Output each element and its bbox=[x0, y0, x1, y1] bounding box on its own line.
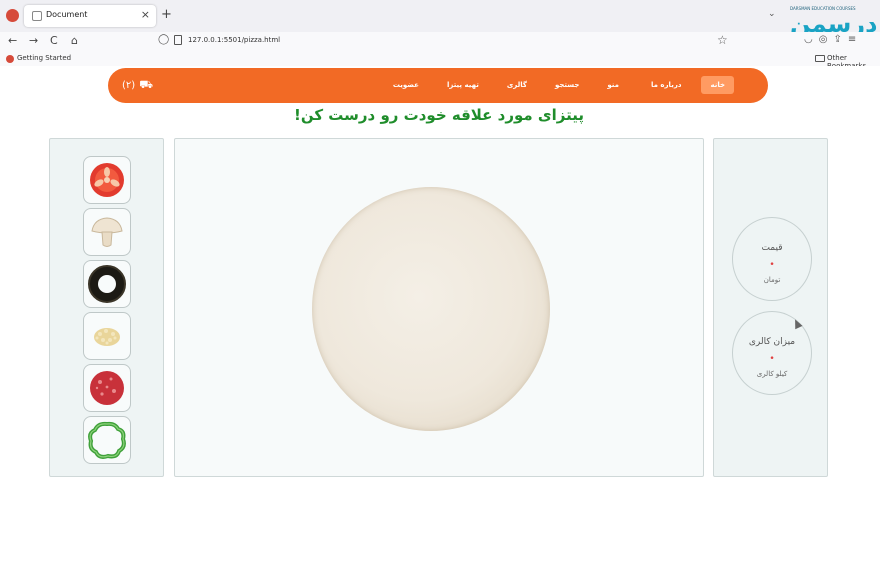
nav-item-home[interactable]: خانه bbox=[701, 76, 734, 94]
browser-tab-bar: Document × + ⌄ DARSMAN EDUCATION COURSES… bbox=[0, 0, 880, 38]
bookmark-icon bbox=[6, 55, 14, 63]
nav-item-gallery[interactable]: گالری bbox=[499, 77, 535, 93]
ingredients-panel bbox=[49, 138, 164, 477]
price-display: قیمت • تومان bbox=[732, 217, 812, 301]
nav-item-about[interactable]: درباره ما bbox=[643, 77, 689, 93]
screen: Document × + ⌄ DARSMAN EDUCATION COURSES… bbox=[0, 0, 880, 575]
back-button[interactable]: ← bbox=[8, 34, 17, 47]
nav-item-make-pizza[interactable]: تهیه پیتزا bbox=[439, 77, 487, 93]
ingredient-cheese[interactable] bbox=[83, 312, 131, 360]
calories-unit: کیلو کالری bbox=[756, 370, 788, 378]
page-title: پیتزای مورد علاقه خودت رو درست کن! bbox=[294, 106, 584, 124]
close-icon[interactable]: × bbox=[141, 8, 150, 21]
pizza-canvas[interactable] bbox=[174, 138, 704, 477]
page-icon bbox=[174, 35, 182, 45]
cart-icon: ⛟ bbox=[139, 78, 154, 91]
mushroom-icon bbox=[91, 217, 123, 247]
url-text: 127.0.0.1:5501/pizza.html bbox=[188, 36, 281, 44]
bookmarks-bar: Getting Started Other Bookmarks bbox=[0, 52, 880, 70]
toolbar-icons[interactable]: ◡◎⇪≡ bbox=[804, 34, 862, 45]
star-icon[interactable]: ☆ bbox=[717, 33, 728, 47]
nav-item-menu[interactable]: منو bbox=[599, 77, 627, 93]
bookmark-getting-started[interactable]: Getting Started bbox=[17, 54, 71, 62]
page: (۲) ⛟ خانه درباره ما منو جستجو گالری تهی… bbox=[0, 66, 880, 575]
price-label: قیمت bbox=[761, 243, 783, 253]
ingredient-tomato[interactable] bbox=[83, 156, 131, 204]
calories-value: • bbox=[769, 354, 775, 364]
shield-icon: ◯ bbox=[158, 34, 170, 45]
tab-title: Document bbox=[46, 10, 88, 19]
calories-label: میزان کالری bbox=[748, 337, 796, 347]
nav-item-search[interactable]: جستجو bbox=[547, 77, 587, 93]
reload-button[interactable]: C bbox=[50, 34, 58, 47]
price-value: • bbox=[769, 260, 775, 270]
green-pepper-icon bbox=[88, 421, 126, 459]
address-bar[interactable]: ◯ 127.0.0.1:5501/pizza.html ☆ bbox=[152, 33, 752, 50]
home-button[interactable]: ⌂ bbox=[71, 34, 78, 47]
tomato-icon bbox=[90, 163, 124, 197]
cheese-icon bbox=[94, 328, 120, 346]
chevron-down-icon[interactable]: ⌄ bbox=[768, 9, 776, 19]
cart-button[interactable]: (۲) ⛟ bbox=[122, 78, 153, 93]
pizza-dough bbox=[312, 187, 550, 431]
browser-icon bbox=[6, 9, 19, 22]
ingredient-olive[interactable] bbox=[83, 260, 131, 308]
new-tab-button[interactable]: + bbox=[161, 7, 172, 22]
ingredient-mushroom[interactable] bbox=[83, 208, 131, 256]
page-icon bbox=[32, 11, 42, 21]
olive-icon bbox=[88, 265, 126, 303]
browser-nav-bar: ← → C ⌂ ◯ 127.0.0.1:5501/pizza.html ☆ ◡◎… bbox=[0, 32, 880, 52]
folder-icon bbox=[815, 55, 825, 62]
main-navbar: (۲) ⛟ خانه درباره ما منو جستجو گالری تهی… bbox=[108, 68, 768, 103]
ingredient-pepperoni[interactable] bbox=[83, 364, 131, 412]
info-panel: قیمت • تومان میزان کالری • کیلو کالری bbox=[713, 138, 828, 477]
browser-tab[interactable]: Document × bbox=[24, 5, 156, 27]
price-unit: تومان bbox=[763, 276, 781, 284]
nav-menu: خانه درباره ما منو جستجو گالری تهیه پیتز… bbox=[385, 76, 734, 94]
forward-button[interactable]: → bbox=[29, 34, 38, 47]
nav-item-membership[interactable]: عضویت bbox=[385, 77, 427, 93]
ingredient-green-pepper[interactable] bbox=[83, 416, 131, 464]
pepperoni-icon bbox=[90, 371, 124, 405]
cart-count: (۲) bbox=[122, 80, 136, 91]
